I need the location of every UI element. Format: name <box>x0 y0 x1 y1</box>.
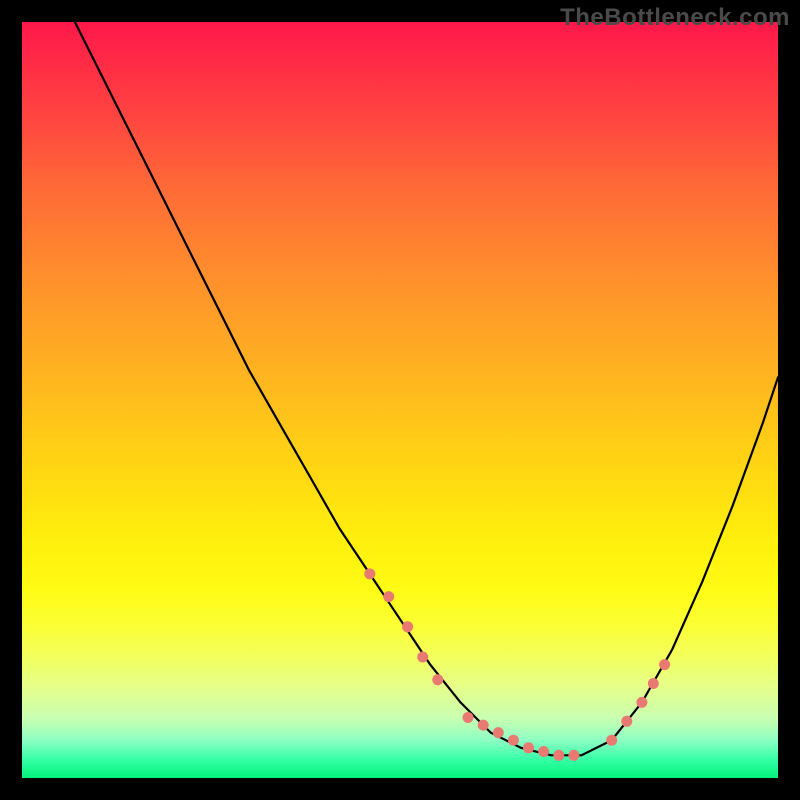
chart-dot <box>621 716 632 727</box>
chart-dot <box>523 742 534 753</box>
chart-dot <box>364 568 375 579</box>
highlight-dots-bottom <box>463 712 580 761</box>
chart-dot <box>383 591 394 602</box>
chart-dot <box>553 750 564 761</box>
curve-layer <box>22 22 778 778</box>
chart-dot <box>508 735 519 746</box>
chart-dot <box>478 720 489 731</box>
watermark-label: TheBottleneck.com <box>560 4 790 32</box>
chart-dot <box>432 674 443 685</box>
main-curve <box>75 22 778 755</box>
chart-dot <box>636 697 647 708</box>
chart-dot <box>606 735 617 746</box>
chart-dot <box>568 750 579 761</box>
chart-dot <box>538 746 549 757</box>
chart-dot <box>402 621 413 632</box>
chart-dot <box>648 678 659 689</box>
chart-dot <box>493 727 504 738</box>
chart-dot <box>417 652 428 663</box>
chart-dot <box>659 659 670 670</box>
plot-area <box>22 22 778 778</box>
chart-container: TheBottleneck.com <box>0 0 800 800</box>
chart-dot <box>463 712 474 723</box>
